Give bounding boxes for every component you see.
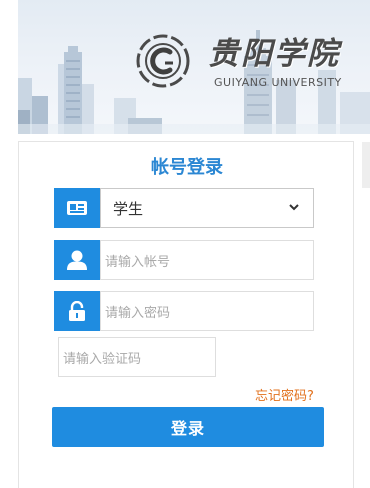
panel-title: 帐号登录	[151, 157, 223, 178]
forgot-password-link[interactable]: 忘记密码?	[255, 385, 314, 404]
user-type-select[interactable]: 学生	[100, 188, 314, 228]
account-input[interactable]: 请输入帐号	[100, 240, 314, 280]
university-name-cn: 贵阳学院	[208, 36, 340, 72]
university-seal-logo	[136, 34, 190, 88]
login-panel: 帐号登录 学生 请输入帐号 请输入密码 请输入验证码 忘记密码? 登录	[18, 141, 354, 488]
lock-icon	[54, 291, 100, 331]
captcha-input[interactable]: 请输入验证码	[58, 337, 216, 377]
login-button[interactable]: 登录	[52, 407, 324, 447]
university-name-en: GUIYANG UNIVERSITY	[214, 76, 342, 89]
header-banner: 贵阳学院 GUIYANG UNIVERSITY	[18, 0, 370, 134]
chevron-down-icon	[289, 204, 299, 211]
edge-strip	[362, 142, 370, 188]
user-type-value: 学生	[113, 200, 144, 218]
id-card-icon	[54, 188, 100, 228]
password-input[interactable]: 请输入密码	[100, 291, 314, 331]
user-icon	[54, 240, 100, 280]
